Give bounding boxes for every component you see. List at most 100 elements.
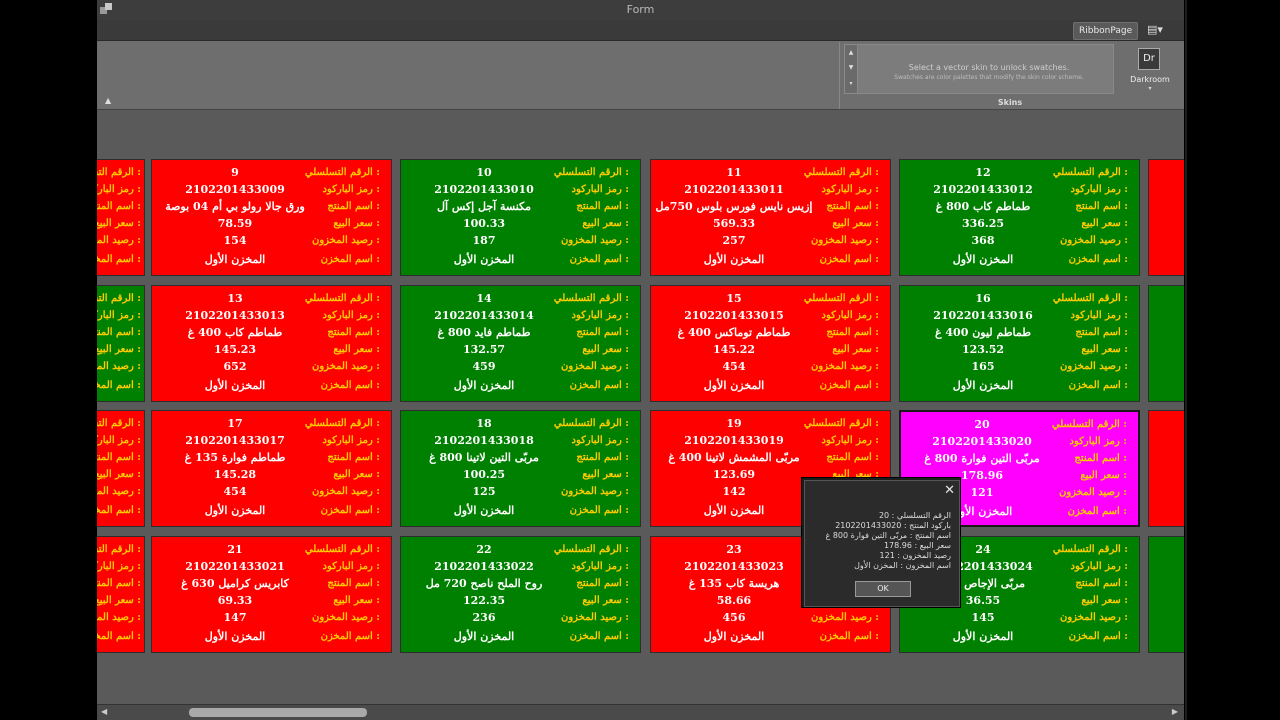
field-label: اسم المنتج : [576,201,629,212]
field-label: رمز الباركود : [322,184,380,195]
field-value: 145.28 [213,468,257,481]
field-value: 2102201433017 [185,434,285,447]
field-label: الرقم التسلسلي : [97,544,141,555]
field-value: 69.33 [217,594,253,607]
product-card[interactable]: الرقم التسلسلي :18 رمز الباركود : 21022014… [400,410,641,527]
field-label: اسم المخزن : [819,254,879,265]
product-card[interactable]: الرقم التسلسلي :10 رمز الباركود : 21022014… [400,159,641,276]
card-field-product: اسم المنتج : ورق جالا رولو بي أم 04 بوصة [150,198,391,215]
card-field-serial: الرقم التسلسلي :22 [399,541,640,558]
field-label: اسم المنتج : [576,578,629,589]
product-card[interactable]: الرقم التسلسلي :22 رمز الباركود : 21022014… [400,536,641,653]
product-card[interactable]: الرقم التسلسلي : رمز الباركود : اسم المنتج… [97,536,145,653]
close-icon[interactable]: ✕ [944,483,955,498]
product-card[interactable]: الرقم التسلسلي :15 رمز الباركود : 21022014… [650,285,891,402]
field-value: 456 [722,611,746,624]
app-icon [100,3,112,14]
product-card[interactable] [1148,410,1184,527]
product-card[interactable]: الرقم التسلسلي : رمز الباركود : اسم المنتج… [97,159,145,276]
card-field-barcode: رمز الباركود : 2102201433016 [898,307,1139,324]
card-field-store: اسم المخزن : المخزن الأول [898,251,1139,268]
scroll-left-icon[interactable]: ◀ [101,707,107,716]
product-card[interactable] [1148,536,1184,653]
field-value: 12 [975,166,991,179]
skins-group-label: Skins [997,98,1023,107]
card-field-barcode: رمز الباركود : 2102201433018 [399,432,640,449]
card-field-product: اسم المنتج : طماطم فايد 800 غ [399,324,640,341]
field-value: 14 [476,292,492,305]
product-card[interactable]: الرقم التسلسلي : رمز الباركود : اسم المنتج… [97,410,145,527]
field-value: طماطم توماكس 400 غ [677,326,791,339]
field-label: اسم المنتج : [576,452,629,463]
field-label: سعر البيع : [582,469,629,480]
swatch-scroll[interactable]: ▲ ▼ ▾ [845,45,858,93]
field-label: اسم المخزن : [1068,380,1128,391]
field-label: رصيد المخزون : [97,486,141,497]
field-label: سعر البيع : [582,344,629,355]
field-value: المخزن الأول [453,630,515,643]
field-value: 123.69 [712,468,756,481]
field-value: 2102201433020 [932,435,1032,448]
field-value: المخزن الأول [703,253,765,266]
product-card[interactable] [1148,285,1184,402]
product-card[interactable]: الرقم التسلسلي :17 رمز الباركود : 21022014… [151,410,392,527]
field-label: اسم المنتج : [327,327,380,338]
field-value: 10 [476,166,492,179]
field-value: مربّى المشمش لاتينا 400 غ [668,451,800,464]
field-label: سعر البيع : [333,218,380,229]
scroll-down-icon[interactable]: ▼ [847,62,855,74]
dialog-line: باركود المنتج : 2102201433020 [835,521,951,530]
dialog-line: سعر البيع : 178.96 [883,541,951,550]
layout-menu-button[interactable]: ▤▾ [1147,23,1173,37]
field-label: اسم المخزن : [97,631,141,642]
desktop-background [1184,0,1280,720]
horizontal-scrollbar[interactable]: ◀ ▶ [97,704,1184,720]
scroll-up-icon[interactable]: ▲ [847,47,855,59]
field-label: اسم المخزن : [569,631,629,642]
field-label: اسم المخزن : [569,254,629,265]
product-card[interactable]: الرقم التسلسلي :16 رمز الباركود : 21022014… [899,285,1140,402]
card-field-store: اسم المخزن : المخزن الأول [649,377,890,394]
tab-ribbon-page[interactable]: RibbonPage [1073,22,1139,40]
title-bar[interactable]: Form [97,0,1184,20]
product-card[interactable]: الرقم التسلسلي :21 رمز الباركود : 21022014… [151,536,392,653]
skin-name: Darkroom [1130,75,1170,84]
gallery-expand-icon[interactable]: ▾ [847,78,855,90]
dialog-body: ✕ الرقم التسلسلي : 20 باركود المنتج : 21… [804,480,960,607]
card-field-serial: الرقم التسلسلي :12 [898,164,1139,181]
card-field-price: سعر البيع : 69.33 [150,592,391,609]
info-dialog: ✕ الرقم التسلسلي : 20 باركود المنتج : 21… [801,477,961,608]
card-field-barcode: رمز الباركود : 2102201433022 [399,558,640,575]
field-value: ورق جالا رولو بي أم 04 بوصة [165,200,305,213]
skin-icon: Dr [1138,48,1160,70]
card-field-serial: الرقم التسلسلي :19 [649,415,890,432]
field-label: الرقم التسلسلي : [97,418,141,429]
card-field-product: اسم المنتج : إزيس نايس فورس بلوس 750مل [649,198,890,215]
field-label: رمز الباركود : [821,310,879,321]
swatch-gallery[interactable]: ▲ ▼ ▾ Select a vector skin to unlock swa… [844,44,1114,94]
product-card[interactable]: الرقم التسلسلي :11 رمز الباركود : 21022014… [650,159,891,276]
scroll-right-icon[interactable]: ▶ [1172,707,1178,716]
card-field-serial: الرقم التسلسلي :18 [399,415,640,432]
product-card[interactable]: الرقم التسلسلي : رمز الباركود : اسم المنتج… [97,285,145,402]
product-card[interactable]: الرقم التسلسلي :12 رمز الباركود : 21022014… [899,159,1140,276]
ribbon-body: ▲ ▲ ▼ ▾ Select a vector skin to unlock s… [97,41,1184,110]
field-label: رمز الباركود : [1070,310,1128,321]
product-card[interactable]: الرقم التسلسلي :14 رمز الباركود : 21022014… [400,285,641,402]
collapse-ribbon-icon[interactable]: ▲ [105,96,111,105]
field-value: المخزن الأول [453,379,515,392]
field-value: 58.66 [716,594,752,607]
ok-button[interactable]: OK [855,581,911,597]
product-card[interactable]: الرقم التسلسلي :13 رمز الباركود : 21022014… [151,285,392,402]
product-card[interactable]: الرقم التسلسلي :9 رمز الباركود : 210220143… [151,159,392,276]
field-value: المخزن الأول [204,253,266,266]
scroll-thumb[interactable] [189,708,367,717]
card-field-store: اسم المخزن : المخزن الأول [898,377,1139,394]
card-field-serial: الرقم التسلسلي :21 [150,541,391,558]
card-field-barcode: رمز الباركود : 2102201433010 [399,181,640,198]
field-label: سعر البيع : [97,344,141,355]
skin-darkroom-button[interactable]: Dr Darkroom ▾ [1130,48,1170,96]
product-card[interactable] [1148,159,1184,276]
field-label: رمز الباركود : [322,435,380,446]
card-field-barcode: رمز الباركود : 2102201433009 [150,181,391,198]
